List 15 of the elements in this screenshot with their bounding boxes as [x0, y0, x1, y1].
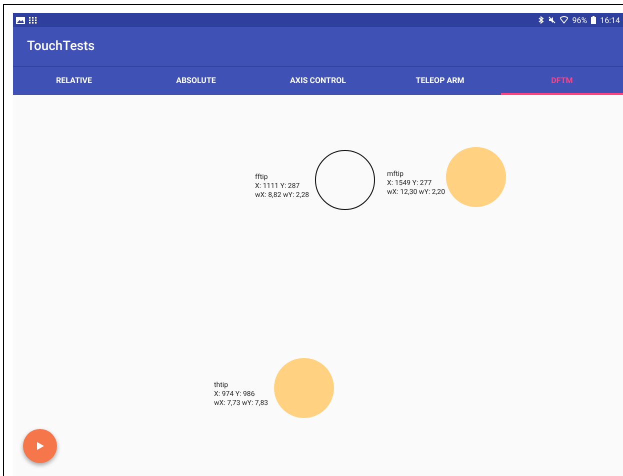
- bluetooth-icon: [538, 16, 544, 24]
- app-title: TouchTests: [27, 39, 95, 54]
- grid-icon: [29, 16, 37, 24]
- clock-time: 16:14: [600, 16, 620, 24]
- tab[interactable]: AXIS CONTROL: [257, 67, 379, 95]
- tab[interactable]: RELATIVE: [13, 67, 135, 95]
- wifi-icon: [560, 16, 568, 24]
- battery-icon: [591, 16, 596, 24]
- tab[interactable]: TELEOP ARM: [379, 67, 501, 95]
- battery-percent: 96%: [572, 16, 588, 24]
- play-button[interactable]: [23, 429, 57, 463]
- tab[interactable]: ABSOLUTE: [135, 67, 257, 95]
- play-icon: [36, 442, 44, 450]
- mute-icon: [548, 16, 556, 24]
- image-icon: [16, 16, 25, 24]
